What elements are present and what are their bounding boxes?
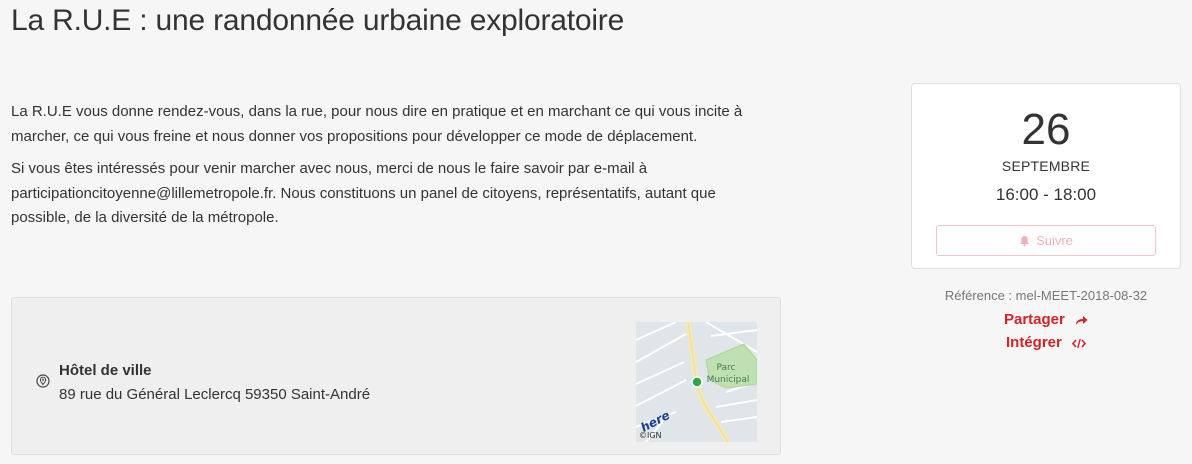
page-title: La R.U.E : une randonnée urbaine explora… <box>11 4 625 37</box>
event-month: SEPTEMBRE <box>1001 158 1091 174</box>
event-reference: Référence : mel-MEET-2018-08-32 <box>944 288 1148 303</box>
description-paragraph: La R.U.E vous donne rendez-vous, dans la… <box>11 103 743 145</box>
share-link[interactable]: Partager <box>911 311 1181 328</box>
event-time: 16:00 - 18:00 <box>995 185 1097 204</box>
event-day: 26 <box>1021 105 1071 154</box>
event-description: La R.U.E vous donne rendez-vous, dans la… <box>11 100 751 239</box>
map-park-label: Parc <box>717 363 736 373</box>
bell-icon <box>1020 235 1030 246</box>
location-address: 89 rue du Général Leclercq 59350 Saint-A… <box>59 386 371 403</box>
embed-label: Intégrer <box>1005 334 1062 351</box>
map-park-label: Municipal <box>707 375 750 385</box>
map-marker-icon <box>691 376 703 388</box>
location-name: Hôtel de ville <box>59 362 152 379</box>
map-pin-icon <box>36 374 50 388</box>
embed-link[interactable]: Intégrer <box>911 334 1181 351</box>
share-label: Partager <box>1003 311 1065 328</box>
description-paragraph: Si vous êtes intéressés pour venir march… <box>11 160 716 226</box>
follow-button[interactable]: Suivre <box>936 225 1156 256</box>
event-date-card: 26 SEPTEMBRE 16:00 - 18:00 Suivre <box>911 83 1181 269</box>
share-arrow-icon <box>1076 315 1088 325</box>
code-icon <box>1072 338 1087 348</box>
location-map[interactable]: Parc Municipal here ©IGN <box>636 322 757 442</box>
map-credit: ©IGN <box>639 431 662 440</box>
location-panel: Hôtel de ville 89 rue du Général Leclerc… <box>11 297 781 455</box>
follow-label: Suivre <box>1036 233 1073 248</box>
